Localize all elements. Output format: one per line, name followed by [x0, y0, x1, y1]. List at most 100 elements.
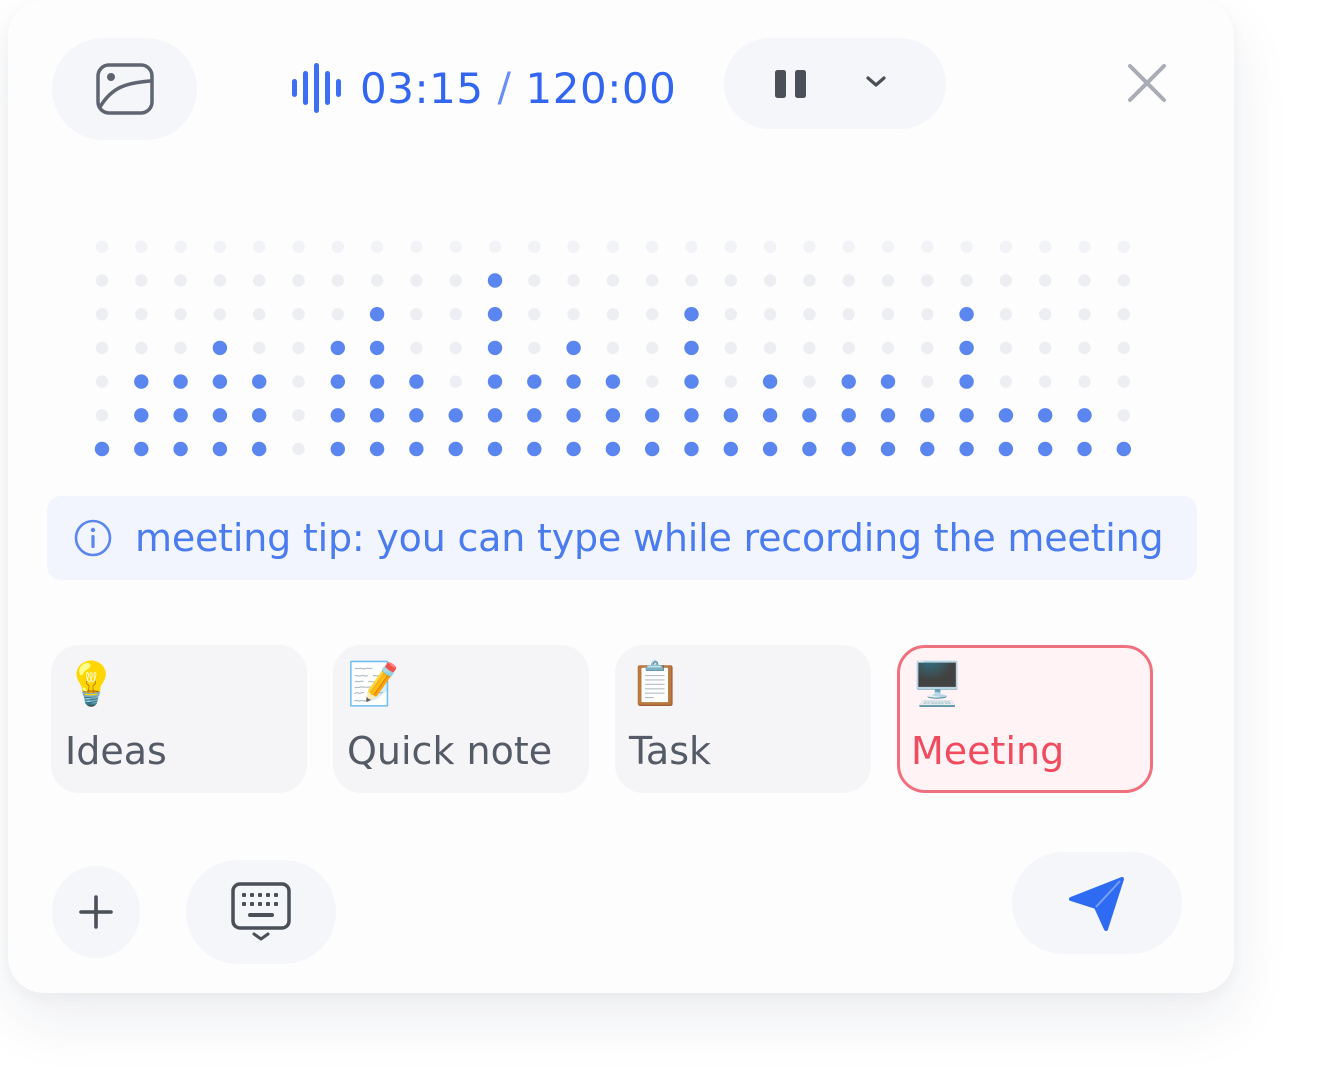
level-dot-active: [1038, 441, 1053, 457]
level-dot-active: [1077, 408, 1092, 423]
level-dot-inactive: [528, 240, 541, 253]
category-quick-note[interactable]: 📝 Quick note: [333, 645, 589, 793]
category-task[interactable]: 📋 Task: [615, 645, 871, 793]
level-dot-inactive: [803, 308, 816, 321]
level-dot-inactive: [292, 442, 305, 456]
category-meeting[interactable]: 🖥️ Meeting: [897, 645, 1153, 793]
level-dot-active: [487, 273, 503, 288]
level-dot-active: [605, 374, 621, 389]
level-dot-inactive: [410, 240, 423, 253]
level-dot-inactive: [567, 274, 580, 287]
level-dot-inactive: [724, 341, 737, 355]
keyboard-button[interactable]: [186, 860, 336, 964]
level-dot-inactive: [999, 341, 1013, 355]
level-dot-inactive: [999, 274, 1013, 287]
level-dot-inactive: [449, 274, 462, 287]
level-dot-inactive: [724, 308, 737, 321]
level-dot-inactive: [999, 375, 1013, 388]
level-dot-inactive: [1117, 274, 1131, 287]
level-dot-active: [998, 441, 1014, 457]
level-dot-inactive: [881, 240, 895, 253]
level-dot-inactive: [331, 274, 344, 287]
level-dot-inactive: [803, 240, 816, 253]
level-dot-inactive: [724, 240, 737, 253]
level-dot-inactive: [724, 274, 737, 287]
lightbulb-icon: 💡: [65, 659, 118, 708]
level-dot-inactive: [1078, 274, 1091, 287]
level-dot-active: [369, 374, 385, 389]
level-dot-inactive: [1078, 308, 1091, 321]
level-dot-inactive: [1117, 308, 1131, 321]
level-dot-inactive: [803, 274, 816, 287]
level-dot-inactive: [921, 240, 934, 253]
level-dot-inactive: [174, 341, 187, 355]
level-dot-inactive: [449, 341, 462, 355]
level-dot-inactive: [763, 240, 777, 253]
level-dot-active: [448, 408, 463, 423]
level-dot-inactive: [685, 274, 698, 287]
level-dot-inactive: [410, 274, 423, 287]
level-dot-inactive: [135, 341, 148, 355]
level-dot-inactive: [921, 308, 934, 321]
level-dot-active: [605, 441, 621, 457]
send-button[interactable]: [1012, 852, 1182, 954]
level-dot-inactive: [567, 240, 580, 253]
level-dot-active: [762, 408, 778, 423]
level-dot-inactive: [292, 274, 305, 287]
level-dot-inactive: [292, 308, 305, 321]
level-dot-inactive: [370, 240, 384, 253]
level-dot-inactive: [1039, 341, 1052, 355]
category-ideas[interactable]: 💡 Ideas: [51, 645, 307, 793]
level-dot-active: [959, 374, 974, 389]
level-dot-inactive: [253, 308, 266, 321]
desktop-computer-icon: 🖥️: [911, 659, 964, 708]
level-dot-inactive: [135, 240, 148, 253]
level-dot-active: [684, 374, 699, 389]
level-dot-active: [684, 340, 699, 356]
level-dot-active: [723, 441, 738, 457]
level-dot-active: [212, 340, 228, 356]
level-dot-inactive: [606, 240, 620, 253]
level-dot-active: [173, 408, 188, 423]
level-dot-inactive: [881, 274, 895, 287]
level-dot-active: [527, 408, 542, 423]
level-dot-inactive: [95, 240, 109, 253]
level-dot-active: [998, 408, 1014, 423]
tip-text: meeting tip: you can type while recordin…: [135, 516, 1164, 560]
add-button[interactable]: [52, 866, 140, 958]
level-dot-inactive: [763, 274, 777, 287]
level-dot-inactive: [1078, 341, 1091, 355]
level-dot-active: [330, 441, 345, 457]
level-dot-active: [959, 441, 974, 457]
level-dot-inactive: [606, 274, 620, 287]
level-dot-active: [134, 441, 149, 457]
level-dot-inactive: [763, 341, 777, 355]
level-dot-inactive: [960, 240, 973, 253]
level-dot-active: [409, 408, 424, 423]
level-dot-inactive: [253, 274, 266, 287]
level-dot-inactive: [488, 240, 502, 253]
level-dot-inactive: [646, 375, 659, 388]
level-dot-inactive: [881, 341, 895, 355]
level-dot-active: [762, 441, 778, 457]
level-dot-inactive: [999, 240, 1013, 253]
level-dot-active: [841, 374, 856, 389]
level-dot-inactive: [999, 308, 1013, 321]
level-dot-active: [212, 441, 228, 457]
level-dot-active: [252, 408, 267, 423]
level-dot-active: [330, 408, 345, 423]
category-label: Ideas: [65, 729, 167, 773]
level-dot-active: [212, 374, 228, 389]
level-dot-active: [959, 408, 974, 423]
level-dot-inactive: [95, 409, 109, 422]
level-dot-active: [487, 408, 503, 423]
level-dot-inactive: [803, 375, 816, 388]
level-dot-active: [448, 441, 463, 457]
level-dot-active: [841, 408, 856, 423]
level-dot-active: [94, 441, 110, 457]
level-dot-inactive: [842, 308, 855, 321]
level-dot-active: [566, 374, 581, 389]
level-dot-active: [173, 441, 188, 457]
level-dot-inactive: [842, 341, 855, 355]
level-dot-active: [566, 441, 581, 457]
